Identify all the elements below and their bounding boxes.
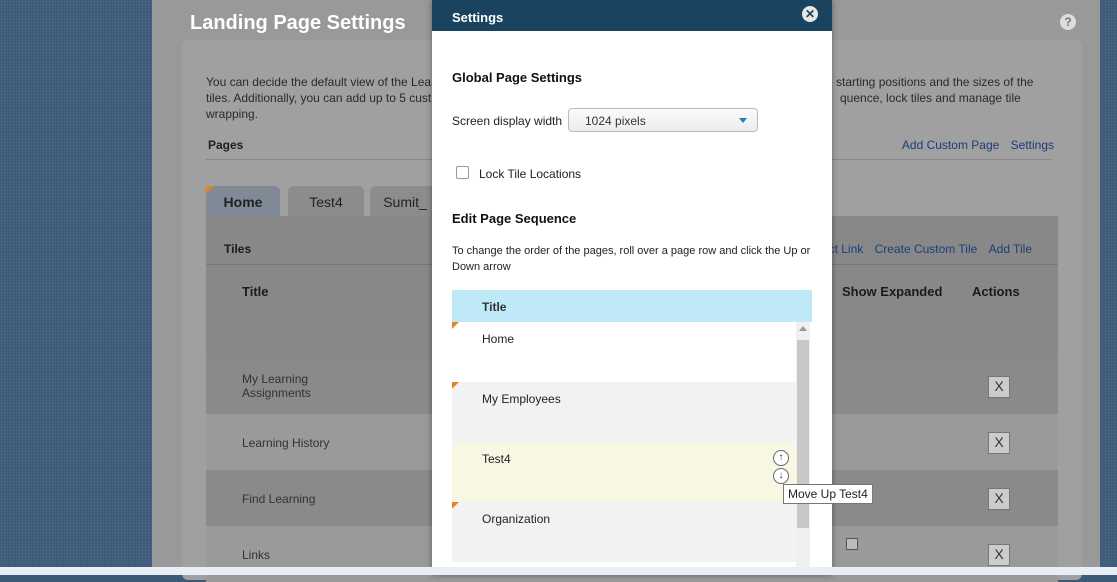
sequence-row-label: My Employees bbox=[482, 392, 561, 406]
add-tile-link[interactable]: Add Tile bbox=[989, 242, 1032, 256]
settings-link[interactable]: Settings bbox=[1011, 138, 1054, 152]
delete-tile-button[interactable]: X bbox=[988, 376, 1010, 398]
delete-tile-button[interactable]: X bbox=[988, 544, 1010, 566]
tab-test4[interactable]: Test4 bbox=[288, 186, 364, 216]
lock-tiles-checkbox[interactable] bbox=[456, 166, 469, 179]
dialog-header: Settings ✕ bbox=[432, 0, 832, 31]
help-icon[interactable]: ? bbox=[1060, 14, 1076, 30]
sequence-row-label: Home bbox=[482, 332, 515, 346]
col-header-title: Title bbox=[242, 284, 269, 299]
sequence-row-my-employees[interactable]: My Employees bbox=[452, 382, 796, 442]
chevron-down-icon bbox=[739, 118, 747, 123]
desc-line: tiles. Additionally, you can add up to 5… bbox=[206, 91, 432, 105]
global-settings-heading: Global Page Settings bbox=[452, 70, 583, 85]
move-up-icon[interactable]: ↑ bbox=[773, 450, 789, 466]
sequence-row-home[interactable]: Home bbox=[452, 322, 796, 382]
col-header-actions: Actions bbox=[972, 284, 1020, 299]
sequence-row-label: Organization bbox=[482, 512, 551, 526]
desc-line: wrapping. bbox=[206, 107, 259, 121]
sequence-row-organization[interactable]: Organization bbox=[452, 502, 796, 562]
col-header-show-expanded: Show Expanded bbox=[842, 284, 943, 299]
page-flag-icon bbox=[452, 502, 459, 509]
pages-label: Pages bbox=[208, 138, 244, 152]
screen-width-label: Screen display width bbox=[452, 114, 563, 128]
desc-line: e starting positions and the sizes of th… bbox=[826, 75, 1034, 89]
desc-line: You can decide the default view of the L… bbox=[206, 75, 432, 89]
sequence-table-header: Title bbox=[452, 290, 812, 322]
sequence-col-title: Title bbox=[482, 300, 507, 314]
panel-title: Landing Page Settings bbox=[190, 12, 406, 34]
sequence-heading: Edit Page Sequence bbox=[452, 211, 577, 226]
tile-title: My Learning Assignments bbox=[242, 372, 311, 400]
sequence-scrollbar[interactable] bbox=[796, 322, 810, 575]
desc-line: quence, lock tiles and manage tile bbox=[840, 91, 1021, 105]
dialog-title: Settings bbox=[452, 10, 504, 25]
show-expanded-checkbox[interactable] bbox=[846, 538, 858, 550]
move-up-tooltip: Move Up Test4 bbox=[783, 484, 873, 504]
add-custom-page-link[interactable]: Add Custom Page bbox=[902, 138, 999, 152]
tile-title: Links bbox=[242, 548, 271, 562]
scroll-up-icon[interactable] bbox=[799, 326, 807, 331]
tab-sumit[interactable]: Sumit_ bbox=[370, 186, 440, 216]
tile-title: Find Learning bbox=[242, 492, 316, 506]
close-icon[interactable]: ✕ bbox=[802, 6, 818, 22]
select-link-link[interactable]: ct Link bbox=[829, 242, 864, 256]
page-links: Add Custom Page Settings bbox=[894, 138, 1054, 152]
screen-width-select[interactable]: 1024 pixels bbox=[568, 108, 758, 132]
sequence-row-label: Test4 bbox=[482, 452, 511, 466]
sequence-list: Home My Employees Test4 Organization bbox=[452, 322, 796, 575]
settings-dialog: Settings ✕ Global Page Settings Screen d… bbox=[432, 0, 832, 575]
tile-links: ct Link Create Custom Tile Add Tile bbox=[821, 242, 1032, 256]
bottom-strip bbox=[0, 567, 1117, 575]
sequence-row-test4[interactable]: Test4 bbox=[452, 442, 796, 502]
lock-tiles-label: Lock Tile Locations bbox=[479, 167, 582, 181]
tile-title: Learning History bbox=[242, 436, 330, 450]
page-flag-icon bbox=[452, 382, 459, 389]
sequence-help-text: To change the order of the pages, roll o… bbox=[452, 245, 811, 273]
tab-home[interactable]: Home bbox=[206, 186, 280, 216]
delete-tile-button[interactable]: X bbox=[988, 488, 1010, 510]
delete-tile-button[interactable]: X bbox=[988, 432, 1010, 454]
tiles-label: Tiles bbox=[224, 242, 252, 256]
page-flag-icon bbox=[452, 322, 459, 329]
screen-width-value: 1024 pixels bbox=[585, 114, 646, 128]
create-custom-tile-link[interactable]: Create Custom Tile bbox=[875, 242, 978, 256]
move-down-icon[interactable]: ↓ bbox=[773, 468, 789, 484]
